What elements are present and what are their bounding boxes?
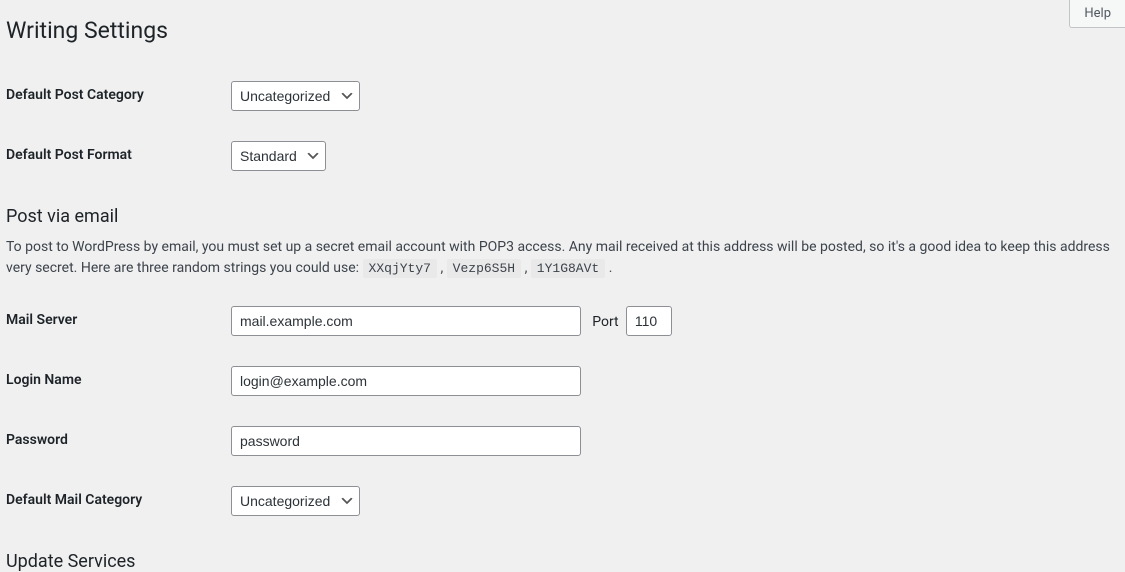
random-string-3: 1Y1G8AVt (531, 259, 605, 278)
default-post-format-label: Default Post Format (6, 126, 231, 186)
random-string-2: Vezp6S5H (447, 259, 521, 278)
port-label: Port (592, 314, 618, 330)
port-input[interactable] (626, 306, 672, 336)
default-post-category-label: Default Post Category (6, 66, 231, 126)
default-post-format-select[interactable]: Standard (231, 141, 326, 171)
login-name-input[interactable] (231, 366, 581, 396)
default-post-category-select[interactable]: Uncategorized (231, 81, 360, 111)
default-mail-category-select[interactable]: Uncategorized (231, 486, 360, 516)
random-string-1: XXqjYty7 (363, 259, 437, 278)
mail-server-label: Mail Server (6, 291, 231, 351)
post-via-email-description: To post to WordPress by email, you must … (6, 237, 1125, 279)
password-input[interactable] (231, 426, 581, 456)
default-mail-category-label: Default Mail Category (6, 471, 231, 531)
help-tab[interactable]: Help (1069, 0, 1125, 28)
update-services-heading: Update Services (6, 551, 1125, 572)
password-label: Password (6, 411, 231, 471)
post-via-email-heading: Post via email (6, 206, 1125, 227)
page-title: Writing Settings (6, 8, 1125, 48)
login-name-label: Login Name (6, 351, 231, 411)
mail-server-input[interactable] (231, 306, 581, 336)
